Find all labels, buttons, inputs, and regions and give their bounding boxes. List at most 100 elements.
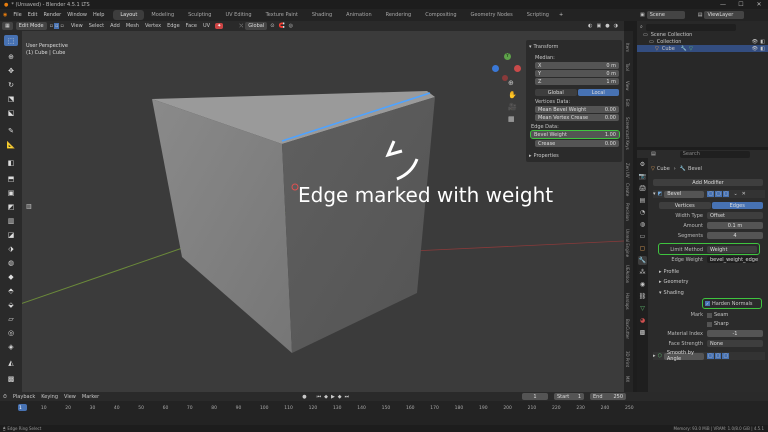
jump-end-icon[interactable]: ⏭: [345, 394, 350, 400]
editmode-toggle-icon[interactable]: ▢: [707, 191, 714, 197]
play-icon[interactable]: ▶: [331, 394, 335, 400]
gizmo-x-icon[interactable]: [514, 65, 521, 72]
menu-render[interactable]: Render: [40, 12, 64, 18]
maximize-icon[interactable]: ☐: [732, 0, 750, 9]
tab-hardops[interactable]: Hardops: [625, 293, 630, 310]
tab-3d-print[interactable]: 3D Print: [625, 351, 630, 367]
camera-icon[interactable]: ◧: [760, 39, 765, 45]
properties-header[interactable]: Properties: [534, 153, 559, 159]
bevel-tool-icon[interactable]: ◩: [4, 201, 18, 212]
jump-start-icon[interactable]: ⏮: [317, 394, 322, 400]
add-cube-tool-icon[interactable]: ◧: [4, 157, 18, 168]
tab-create[interactable]: Create: [625, 183, 630, 196]
next-key-icon[interactable]: ◆: [338, 394, 342, 400]
mode-selector[interactable]: Edit Mode: [15, 22, 47, 30]
tab-scripting[interactable]: Scripting: [520, 10, 556, 20]
zoom-icon[interactable]: ⊕: [508, 79, 514, 87]
outliner-row-cube[interactable]: ▽ Cube 🔧 ▽ 👁 ◧: [637, 45, 768, 52]
shading-expand-icon[interactable]: ▾: [659, 290, 662, 296]
mean-vertex-crease-field[interactable]: Mean Vertex Crease 0.00: [535, 114, 619, 121]
menu-marker[interactable]: Marker: [79, 394, 102, 400]
cursor-tool-icon[interactable]: ⊕: [4, 51, 18, 62]
view-layer-tab-icon[interactable]: ▤: [638, 196, 647, 205]
shading-material-icon[interactable]: ◑: [614, 23, 618, 29]
shear-tool-icon[interactable]: ▱: [4, 313, 18, 324]
modifier-tab-icon[interactable]: 🔧: [638, 256, 647, 265]
modifier-collapse-icon[interactable]: ▸: [653, 353, 656, 359]
median-z-field[interactable]: Z 1 m: [535, 78, 619, 85]
to-sphere-tool-icon[interactable]: ◎: [4, 327, 18, 338]
vertex-select-icon[interactable]: ▫: [50, 23, 53, 29]
modifier-expand-icon[interactable]: ▾: [653, 191, 656, 197]
addon-icon[interactable]: ✦: [215, 23, 224, 29]
smooth-viewport-icon[interactable]: ▢: [714, 353, 722, 359]
measure-tool-icon[interactable]: 📐: [4, 139, 18, 150]
blender-menu-icon[interactable]: ◉: [3, 12, 7, 18]
loop-cut-tool-icon[interactable]: ▥: [4, 215, 18, 226]
menu-mesh[interactable]: Mesh: [123, 23, 142, 29]
menu-edit[interactable]: Edit: [25, 12, 41, 18]
profile-subpanel[interactable]: Profile: [664, 269, 680, 275]
viewport-toggle-icon[interactable]: ▢: [714, 191, 722, 197]
menu-select[interactable]: Select: [86, 23, 107, 29]
seam-checkbox[interactable]: [707, 312, 712, 318]
navigation-gizmo[interactable]: Y: [488, 53, 524, 83]
render-tab-icon[interactable]: 📷: [638, 172, 647, 181]
modifier-delete-icon[interactable]: ✕: [742, 191, 746, 197]
filter-icon[interactable]: ⌕: [640, 24, 643, 30]
tab-zen-uv[interactable]: Zen UV: [625, 163, 630, 178]
poly-build-tool-icon[interactable]: ⬗: [4, 243, 18, 254]
modifier-name-field[interactable]: Bevel: [664, 190, 705, 198]
smooth-by-angle-name-field[interactable]: Smooth by Angle: [663, 350, 704, 362]
tab-edit[interactable]: Edit: [625, 99, 630, 107]
shrink-tool-icon[interactable]: ⬙: [4, 299, 18, 310]
material-tab-icon[interactable]: ◕: [638, 316, 647, 325]
transform-tool-icon[interactable]: ⬕: [4, 107, 18, 118]
width-type-dropdown[interactable]: Offset: [707, 212, 763, 219]
visibility-icon[interactable]: 👁: [752, 46, 758, 52]
transform-header[interactable]: Transform: [534, 44, 559, 50]
tool-tab-icon[interactable]: ⚙: [638, 160, 647, 169]
move-tool-icon[interactable]: ✥: [4, 65, 18, 76]
menu-face[interactable]: Face: [183, 23, 200, 29]
tab-sculpting[interactable]: Sculpting: [181, 10, 218, 20]
tab-item[interactable]: Item: [625, 43, 630, 52]
knife-tool-icon[interactable]: ◪: [4, 229, 18, 240]
edge-select-icon[interactable]: ▫: [54, 23, 60, 29]
add-modifier-button[interactable]: Add Modifier: [653, 179, 763, 186]
current-frame-field[interactable]: 1: [522, 393, 548, 400]
amount-field[interactable]: 0.1 m: [707, 222, 763, 229]
end-frame-field[interactable]: End 250: [590, 393, 626, 400]
visibility-icon[interactable]: 👁: [752, 39, 758, 45]
cage-tool-icon[interactable]: ▩: [4, 373, 18, 384]
median-y-field[interactable]: Y 0 m: [535, 70, 619, 77]
tab-modeling[interactable]: Modeling: [144, 10, 181, 20]
cube-tool-icon[interactable]: ◭: [4, 357, 18, 368]
smooth-render-icon[interactable]: ▢: [722, 353, 730, 359]
spin-tool-icon[interactable]: ◍: [4, 257, 18, 268]
extrude-tool-icon[interactable]: ⬒: [4, 173, 18, 184]
camera-icon[interactable]: ◧: [760, 46, 765, 52]
tab-ueaddon[interactable]: UEAddon: [625, 265, 630, 283]
material-index-field[interactable]: -1: [707, 330, 763, 337]
median-x-field[interactable]: X 0 m: [535, 62, 619, 69]
orientation-selector[interactable]: Global: [245, 22, 268, 30]
menu-timeline-view[interactable]: View: [61, 394, 79, 400]
scale-tool-icon[interactable]: ⬔: [4, 93, 18, 104]
edge-slide-tool-icon[interactable]: ⬘: [4, 285, 18, 296]
crease-field[interactable]: Crease 0.00: [535, 140, 619, 147]
menu-keying[interactable]: Keying: [38, 394, 61, 400]
editor-type-button[interactable]: ▦: [2, 22, 13, 30]
constraints-tab-icon[interactable]: ⛓: [638, 292, 647, 301]
segments-field[interactable]: 4: [707, 232, 763, 239]
particles-tab-icon[interactable]: ⁂: [638, 268, 647, 277]
mean-bevel-weight-field[interactable]: Mean Bevel Weight 0.00: [535, 106, 619, 113]
geometry-subpanel[interactable]: Geometry: [664, 279, 689, 285]
menu-vertex[interactable]: Vertex: [142, 23, 164, 29]
texture-tab-icon[interactable]: ▩: [638, 328, 647, 337]
tab-animation[interactable]: Animation: [339, 10, 379, 20]
edge-weight-field[interactable]: bevel_weight_edge: [707, 256, 758, 263]
timeline-track[interactable]: 1 10 20 30 40 50 60 70 80 90 100 110 120 130 140 150 160…: [0, 401, 768, 425]
vertices-tab[interactable]: Vertices: [659, 202, 711, 209]
shading-solid-icon[interactable]: ●: [605, 23, 609, 29]
